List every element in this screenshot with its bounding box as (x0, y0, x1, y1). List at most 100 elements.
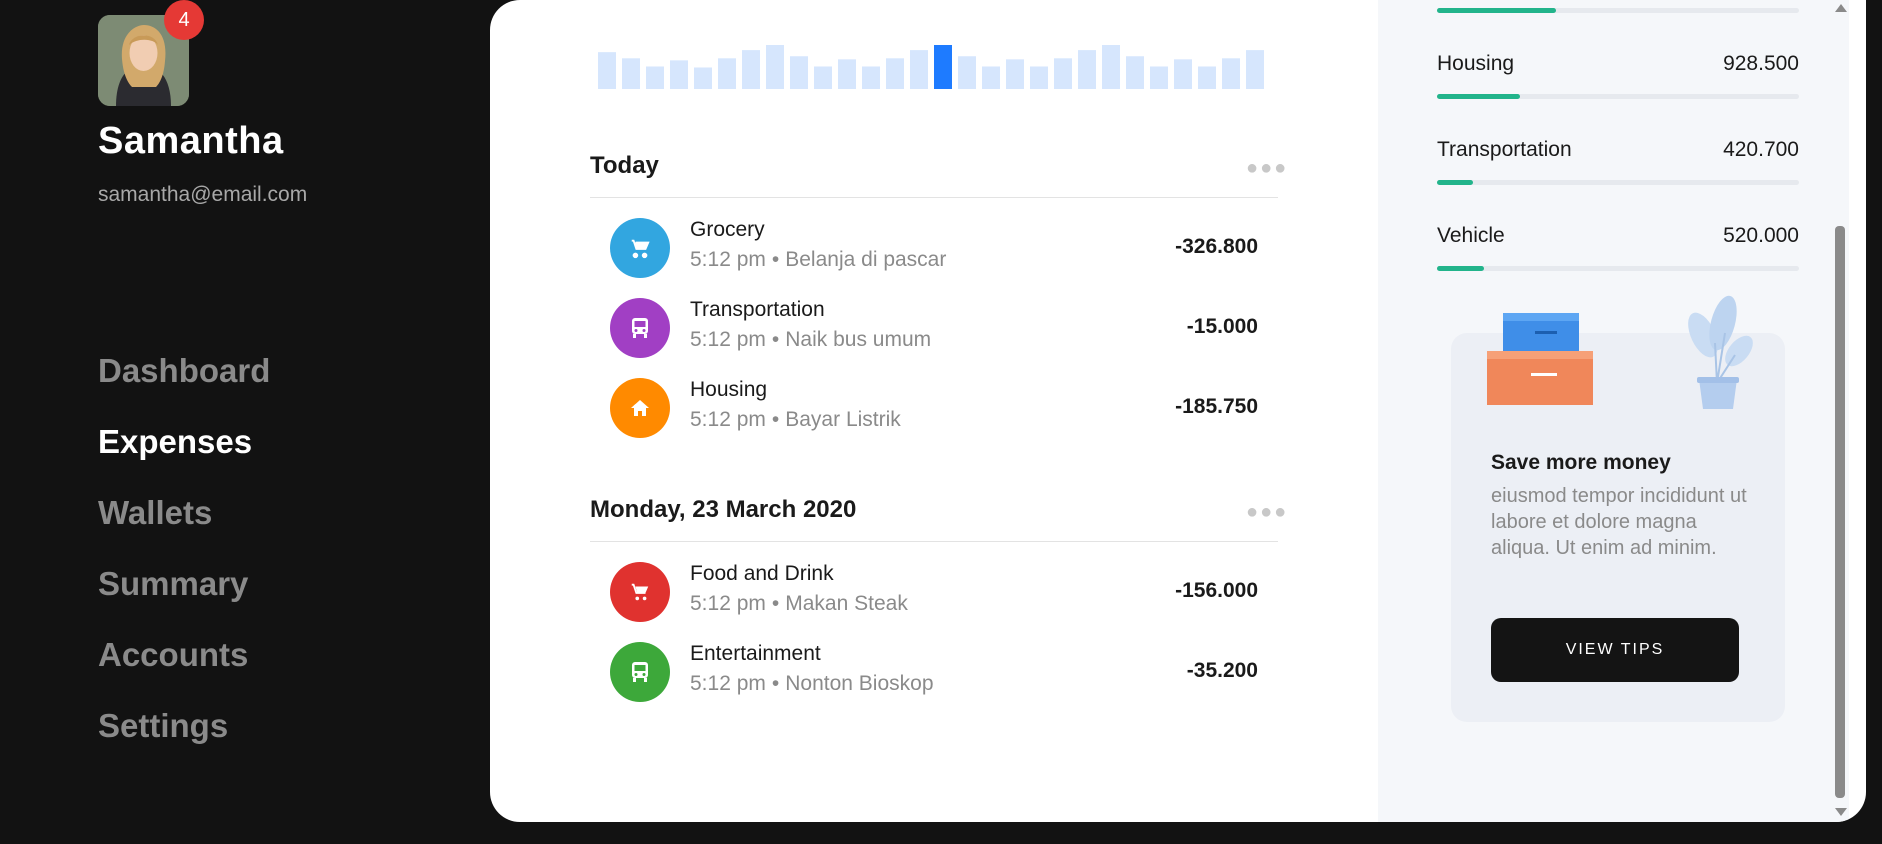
chart-bar[interactable] (1174, 59, 1192, 89)
tips-body: eiusmod tempor incididunt ut labore et d… (1491, 485, 1747, 559)
chart-bar[interactable] (1078, 50, 1096, 89)
bus-icon (610, 642, 670, 702)
transaction-note: Naik bus umum (785, 328, 932, 351)
nav-item-summary[interactable]: Summary (98, 562, 270, 633)
transaction-row[interactable]: Transportation 5:12 pm • Naik bus umum -15… (610, 298, 1258, 360)
chart-bar[interactable] (958, 56, 976, 89)
transaction-time: 5:12 pm (690, 408, 766, 431)
separator-dot: • (771, 248, 780, 271)
category-transportation[interactable]: Transportation 420.700 (1437, 138, 1799, 162)
transaction-meta: 5:12 pm • Nonton Bioskop (690, 672, 934, 696)
chart-bar[interactable] (718, 58, 736, 89)
category-vehicle[interactable]: Vehicle 520.000 (1437, 224, 1799, 248)
nav-item-accounts[interactable]: Accounts (98, 633, 270, 704)
transaction-row[interactable]: Grocery 5:12 pm • Belanja di pascar -326.8… (610, 218, 1258, 280)
panel-scrollbar[interactable] (1835, 226, 1845, 798)
transaction-meta: 5:12 pm • Belanja di pascar (690, 248, 946, 272)
transaction-note: Bayar Listrik (785, 408, 901, 431)
chart-bar[interactable] (1030, 66, 1048, 89)
transaction-title: Transportation (690, 298, 825, 321)
chart-bar[interactable] (1102, 45, 1120, 89)
cart-icon (610, 218, 670, 278)
separator-dot: • (771, 592, 780, 615)
transaction-amount: -185.750 (1175, 395, 1258, 418)
chart-bar[interactable] (1198, 66, 1216, 89)
transaction-meta: 5:12 pm • Naik bus umum (690, 328, 931, 352)
category-value: 928.500 (1723, 52, 1799, 75)
chart-bar[interactable] (982, 66, 1000, 89)
bus-icon (610, 298, 670, 358)
boxes-illustration (1487, 313, 1593, 405)
chart-bar[interactable] (1126, 56, 1144, 89)
chart-bar[interactable] (694, 67, 712, 89)
chart-bar[interactable] (838, 59, 856, 89)
view-tips-button[interactable]: VIEW TIPS (1491, 618, 1739, 682)
transaction-amount: -35.200 (1186, 659, 1258, 682)
transaction-meta: 5:12 pm • Bayar Listrik (690, 408, 901, 432)
category-progress-fill (1437, 266, 1485, 271)
chart-bar[interactable] (886, 58, 904, 89)
chart-bar[interactable] (1150, 66, 1168, 89)
plant-illustration (1688, 295, 1753, 409)
group-title-date: Monday, 23 March 2020 (590, 496, 857, 523)
transaction-row[interactable]: Entertainment 5:12 pm • Nonton Bioskop -35… (610, 642, 1258, 704)
home-icon (610, 378, 670, 438)
chart-bar[interactable] (910, 50, 928, 89)
transaction-note: Belanja di pascar (785, 248, 947, 271)
scroll-down-arrow[interactable] (1835, 808, 1847, 816)
chart-bar[interactable] (622, 58, 640, 89)
transaction-title: Housing (690, 378, 768, 401)
more-options-icon[interactable]: ●●● (1246, 501, 1288, 524)
tips-card: Save more money eiusmod tempor incididun… (1451, 295, 1785, 722)
chart-bar[interactable] (646, 66, 664, 89)
transaction-time: 5:12 pm (690, 328, 766, 351)
chart-bar[interactable] (742, 50, 760, 89)
category-summary-panel: Housing 928.500 Transportation 420.700 V… (1378, 0, 1849, 822)
separator-dot: • (771, 408, 780, 431)
chart-bar[interactable] (862, 66, 880, 89)
transaction-note: Nonton Bioskop (785, 672, 934, 695)
divider (590, 541, 1278, 542)
user-email: samantha@email.com (98, 183, 308, 206)
transaction-amount: -15.000 (1186, 315, 1258, 338)
transaction-row[interactable]: Housing 5:12 pm • Bayar Listrik -185.750 (610, 378, 1258, 440)
nav-item-expenses[interactable]: Expenses (98, 420, 270, 491)
category-progress-fill (1437, 94, 1521, 99)
category-progress (1437, 8, 1799, 13)
chart-bar[interactable] (934, 45, 952, 89)
nav-item-wallets[interactable]: Wallets (98, 491, 270, 562)
chart-bar[interactable] (1054, 58, 1072, 89)
notification-badge[interactable]: 4 (164, 0, 204, 40)
category-housing[interactable]: Housing 928.500 (1437, 52, 1799, 76)
transaction-amount: -326.800 (1175, 235, 1258, 258)
chart-bar[interactable] (766, 45, 784, 89)
more-options-icon[interactable]: ●●● (1246, 157, 1288, 180)
expenses-panel: Today ●●● Grocery 5:12 pm • Belanja di pas… (490, 0, 1866, 822)
transaction-meta: 5:12 pm • Makan Steak (690, 592, 908, 616)
category-progress-fill (1437, 8, 1557, 13)
transaction-time: 5:12 pm (690, 592, 766, 615)
transaction-row[interactable]: Food and Drink 5:12 pm • Makan Steak -156.… (610, 562, 1258, 624)
chart-bar[interactable] (598, 52, 616, 89)
main-nav: Dashboard Expenses Wallets Summary Accou… (98, 349, 270, 775)
category-progress-fill (1437, 180, 1474, 185)
scroll-up-arrow[interactable] (1835, 4, 1847, 12)
category-progress (1437, 266, 1799, 271)
separator-dot: • (771, 672, 780, 695)
chart-bar[interactable] (1246, 50, 1264, 89)
chart-bar[interactable] (790, 56, 808, 89)
chart-bar[interactable] (1222, 58, 1240, 89)
nav-item-dashboard[interactable]: Dashboard (98, 349, 270, 420)
cart-icon (610, 562, 670, 622)
group-title-today: Today (590, 152, 659, 179)
user-name: Samantha (98, 120, 284, 162)
expense-bar-chart (598, 45, 1264, 89)
nav-item-settings[interactable]: Settings (98, 704, 270, 775)
chart-bar[interactable] (670, 60, 688, 89)
chart-bar[interactable] (814, 66, 832, 89)
separator-dot: • (771, 328, 780, 351)
category-value: 520.000 (1723, 224, 1799, 247)
category-progress (1437, 180, 1799, 185)
chart-bar[interactable] (1006, 59, 1024, 89)
tips-title: Save more money (1491, 451, 1671, 474)
